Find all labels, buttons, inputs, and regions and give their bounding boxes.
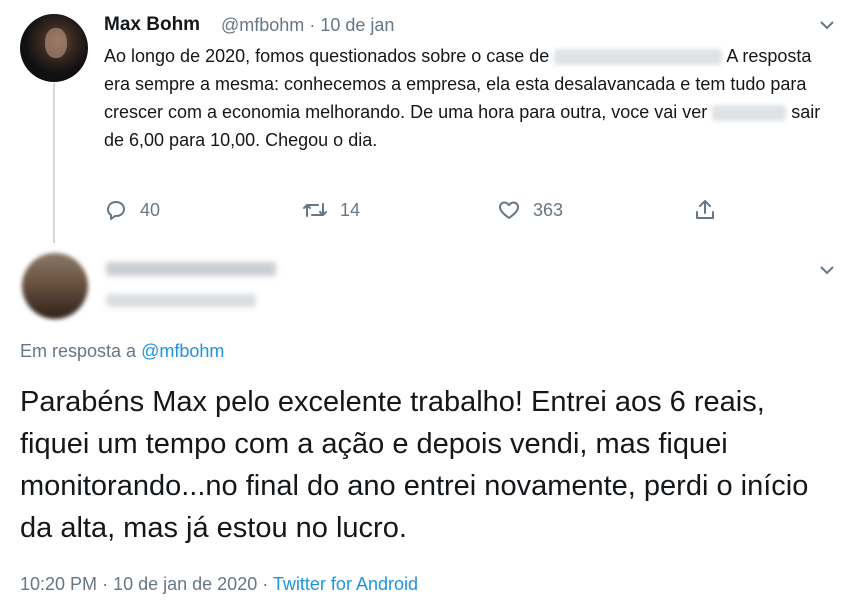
tweet-source-link[interactable]: Twitter for Android	[273, 574, 418, 594]
reply-date[interactable]: 10 de jan de 2020	[113, 574, 257, 594]
replying-to-label: Em resposta a	[20, 341, 142, 361]
reply-author-avatar[interactable]	[22, 253, 88, 319]
chevron-down-icon[interactable]	[818, 261, 836, 279]
dot-separator: ·	[102, 574, 109, 594]
like-count: 363	[533, 199, 564, 220]
reply-count: 40	[140, 199, 161, 220]
reply-time[interactable]: 10:20 PM	[20, 574, 97, 594]
reply-metadata: 10:20 PM · 10 de jan de 2020 · Twitter f…	[20, 574, 418, 595]
share-button[interactable]	[693, 196, 717, 224]
tweet-text: Ao longo de 2020, fomos questionados sob…	[104, 42, 824, 154]
reply-button[interactable]: 40	[104, 196, 160, 224]
reply-icon	[104, 198, 128, 222]
retweet-icon	[302, 198, 328, 222]
blurred-redaction	[554, 49, 723, 66]
chevron-down-icon[interactable]	[818, 16, 836, 34]
blurred-redaction	[712, 105, 787, 122]
blurred-reply-author-name	[106, 262, 276, 276]
replying-to: Em resposta a @mfbohm	[20, 341, 224, 362]
replying-to-handle-link[interactable]: @mfbohm	[141, 341, 224, 361]
dot-separator: ·	[309, 15, 316, 35]
thread-connector-line	[53, 83, 55, 243]
blurred-reply-author-handle	[106, 294, 256, 307]
author-handle[interactable]: @mfbohm	[221, 15, 304, 35]
tweet-date[interactable]: 10 de jan	[320, 15, 394, 35]
tweet-text-part1: Ao longo de 2020, fomos questionados sob…	[104, 46, 555, 66]
dot-separator: ·	[262, 574, 269, 594]
like-icon	[497, 198, 521, 222]
like-button[interactable]: 363	[497, 196, 563, 224]
author-name[interactable]: Max Bohm	[104, 14, 200, 36]
author-avatar[interactable]	[20, 14, 88, 82]
retweet-button[interactable]: 14	[302, 196, 360, 224]
retweet-count: 14	[340, 199, 361, 220]
reply-text: Parabéns Max pelo excelente trabalho! En…	[20, 386, 809, 544]
share-icon	[693, 198, 717, 222]
author-handle-and-date: @mfbohm · 10 de jan	[221, 15, 394, 36]
